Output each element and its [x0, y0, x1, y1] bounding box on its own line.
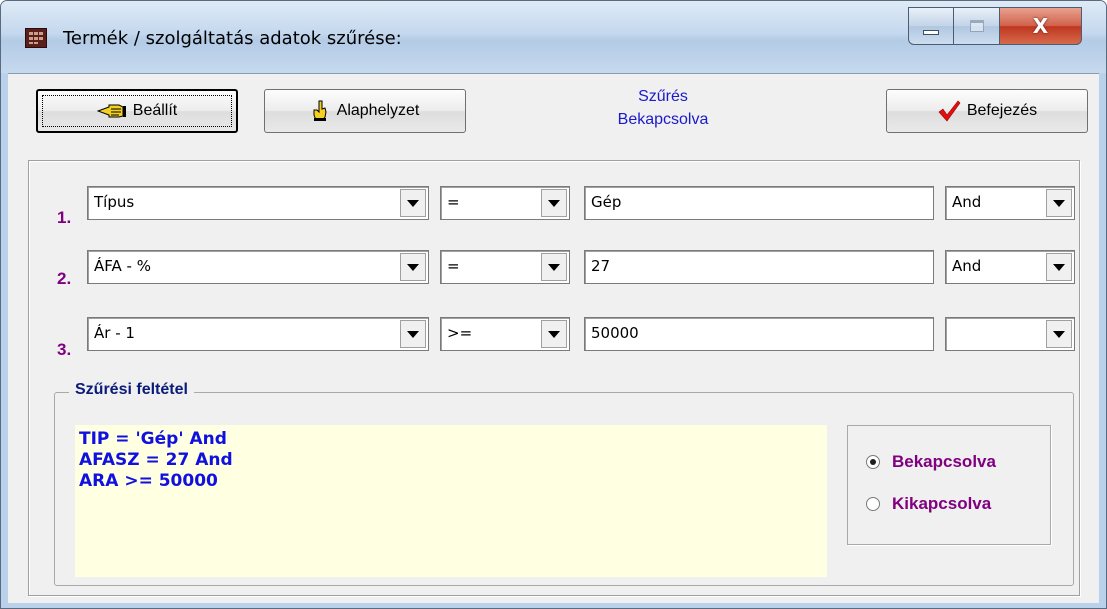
radio-filter-on[interactable]: Bekapcsolva [866, 452, 996, 472]
chevron-down-icon [1053, 330, 1065, 338]
logic-select-value: And [952, 257, 982, 275]
set-button[interactable]: Beállít [36, 89, 238, 133]
finish-button[interactable]: Befejezés [886, 89, 1088, 133]
filter-status-line1: Szűrés [638, 88, 688, 105]
radio-on-label[interactable]: Bekapcsolva [892, 452, 996, 472]
filter-window: Termék / szolgáltatás adatok szűrése: X [0, 0, 1107, 609]
minimize-button[interactable] [908, 7, 954, 45]
chevron-down-icon [407, 263, 419, 271]
title-bar[interactable]: Termék / szolgáltatás adatok szűrése: X [1, 1, 1106, 73]
value-input-text: 50000 [591, 324, 639, 342]
close-button[interactable]: X [1000, 7, 1082, 45]
value-input-3[interactable]: 50000 [584, 317, 934, 351]
row-number: 2. [57, 269, 72, 288]
field-select-3[interactable]: Ár - 1 [87, 317, 429, 351]
radio-filter-off[interactable]: Kikapcsolva [866, 494, 991, 514]
filter-status-line2: Bekapcsolva [617, 111, 709, 128]
dropdown-button[interactable] [400, 320, 426, 348]
logic-select-value: And [952, 193, 982, 211]
chevron-down-icon [407, 330, 419, 338]
checkmark-icon [937, 99, 961, 123]
raised-hand-icon [311, 100, 331, 122]
filter-expression-line: AFASZ = 27 And [79, 450, 233, 470]
dropdown-button[interactable] [400, 189, 426, 217]
logic-select-3[interactable] [945, 317, 1075, 351]
reset-button[interactable]: Alaphelyzet [264, 89, 466, 133]
radio-selected-dot [870, 459, 876, 465]
value-input-text: 27 [591, 257, 611, 275]
field-select-value: ÁFA - % [94, 257, 151, 275]
window-title: Termék / szolgáltatás adatok szűrése: [63, 28, 402, 49]
field-select-value: Típus [94, 193, 135, 211]
close-icon: X [1032, 14, 1049, 38]
filter-toggle-frame: Bekapcsolva Kikapcsolva [847, 425, 1051, 545]
dropdown-button[interactable] [541, 253, 567, 281]
maximize-button[interactable] [954, 7, 1000, 45]
pointing-hand-icon [96, 102, 127, 120]
operator-select-1[interactable]: = [440, 186, 570, 220]
field-select-2[interactable]: ÁFA - % [87, 250, 429, 284]
chevron-down-icon [1053, 263, 1065, 271]
caption-buttons: X [908, 7, 1082, 45]
filter-expression-line: TIP = 'Gép' And [79, 429, 227, 449]
field-select-value: Ár - 1 [94, 324, 135, 342]
row-number: 1. [57, 208, 72, 227]
operator-select-value: = [447, 193, 460, 211]
value-input-1[interactable]: Gép [584, 186, 934, 220]
filter-expression-line: ARA >= 50000 [79, 471, 218, 491]
window-client-area: Beállít Alaphelyzet Szűrés Bekapcsolva B… [8, 73, 1099, 603]
value-input-text: Gép [591, 193, 622, 211]
filter-status: Szűrés Bekapcsolva [588, 85, 738, 131]
dropdown-button[interactable] [1046, 253, 1072, 281]
radio-circle[interactable] [866, 455, 880, 469]
chevron-down-icon [548, 199, 560, 207]
dropdown-button[interactable] [541, 320, 567, 348]
chevron-down-icon [548, 263, 560, 271]
operator-select-value: = [447, 257, 460, 275]
chevron-down-icon [548, 330, 560, 338]
dropdown-button[interactable] [541, 189, 567, 217]
calculator-app-icon [25, 28, 47, 48]
chevron-down-icon [407, 199, 419, 207]
field-select-1[interactable]: Típus [87, 186, 429, 220]
chevron-down-icon [1053, 199, 1065, 207]
value-input-2[interactable]: 27 [584, 250, 934, 284]
filter-condition-label: Szűrési feltétel [69, 381, 194, 399]
finish-button-label: Befejezés [966, 102, 1038, 119]
row-number: 3. [57, 340, 72, 359]
logic-select-1[interactable]: And [945, 186, 1075, 220]
operator-select-2[interactable]: = [440, 250, 570, 284]
dropdown-button[interactable] [1046, 189, 1072, 217]
filter-condition-group: Szűrési feltétel TIP = 'Gép' And AFASZ =… [54, 381, 1074, 586]
radio-off-label[interactable]: Kikapcsolva [892, 494, 991, 514]
operator-select-3[interactable]: >= [440, 317, 570, 351]
filter-expression-box: TIP = 'Gép' And AFASZ = 27 And ARA >= 50… [75, 425, 827, 577]
dropdown-button[interactable] [400, 253, 426, 281]
minimize-icon [923, 29, 939, 35]
maximize-icon [969, 20, 984, 32]
set-button-label: Beállít [132, 102, 178, 119]
operator-select-value: >= [447, 324, 473, 342]
radio-circle[interactable] [866, 497, 880, 511]
reset-button-label: Alaphelyzet [336, 102, 420, 119]
logic-select-2[interactable]: And [945, 250, 1075, 284]
dropdown-button[interactable] [1046, 320, 1072, 348]
